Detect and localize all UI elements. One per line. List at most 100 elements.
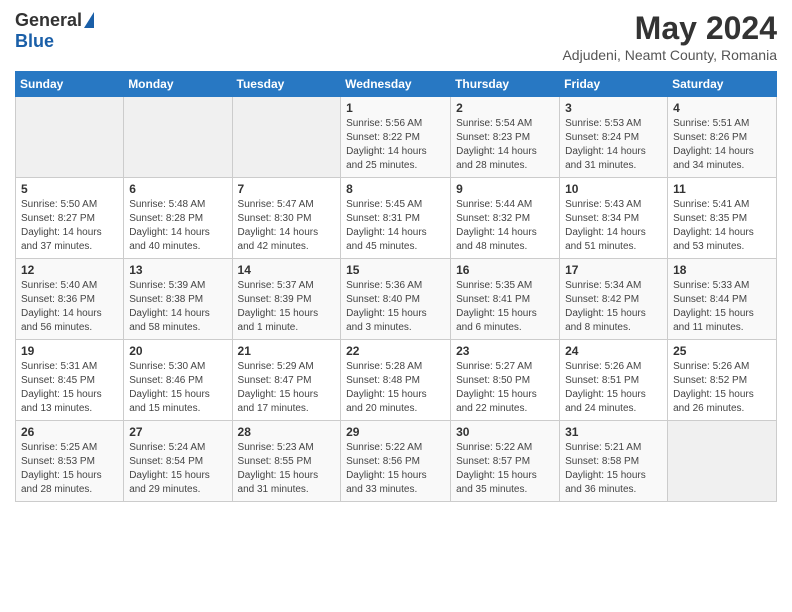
day-of-week-header: Sunday: [16, 72, 124, 97]
day-info: Sunrise: 5:53 AM Sunset: 8:24 PM Dayligh…: [565, 117, 662, 173]
day-number: 18: [673, 263, 771, 277]
day-info: Sunrise: 5:40 AM Sunset: 8:36 PM Dayligh…: [21, 279, 118, 335]
calendar-table: SundayMondayTuesdayWednesdayThursdayFrid…: [15, 71, 777, 502]
calendar-cell: [668, 421, 777, 502]
day-of-week-header: Monday: [124, 72, 232, 97]
day-info: Sunrise: 5:45 AM Sunset: 8:31 PM Dayligh…: [346, 198, 445, 254]
calendar-cell: [124, 97, 232, 178]
day-number: 23: [456, 344, 554, 358]
day-info: Sunrise: 5:26 AM Sunset: 8:51 PM Dayligh…: [565, 360, 662, 416]
calendar-cell: [232, 97, 341, 178]
day-number: 13: [129, 263, 226, 277]
day-number: 25: [673, 344, 771, 358]
calendar-cell: 29 Sunrise: 5:22 AM Sunset: 8:56 PM Dayli…: [341, 421, 451, 502]
day-info: Sunrise: 5:44 AM Sunset: 8:32 PM Dayligh…: [456, 198, 554, 254]
logo: General Blue: [15, 10, 94, 52]
day-info: Sunrise: 5:56 AM Sunset: 8:22 PM Dayligh…: [346, 117, 445, 173]
day-info: Sunrise: 5:33 AM Sunset: 8:44 PM Dayligh…: [673, 279, 771, 335]
day-info: Sunrise: 5:23 AM Sunset: 8:55 PM Dayligh…: [238, 441, 336, 497]
calendar-cell: 11Sunrise: 5:41 AM Sunset: 8:35 PM Dayli…: [668, 178, 777, 259]
calendar-cell: 19 Sunrise: 5:31 AM Sunset: 8:45 PM Dayli…: [16, 340, 124, 421]
title-area: May 2024 Adjudeni, Neamt County, Romania: [562, 10, 777, 63]
day-info: Sunrise: 5:22 AM Sunset: 8:57 PM Dayligh…: [456, 441, 554, 497]
month-year-title: May 2024: [562, 10, 777, 47]
day-number: 8: [346, 182, 445, 196]
day-number: 21: [238, 344, 336, 358]
calendar-cell: 5Sunrise: 5:50 AM Sunset: 8:27 PM Daylig…: [16, 178, 124, 259]
calendar-week-row: 1 Sunrise: 5:56 AM Sunset: 8:22 PM Daylig…: [16, 97, 777, 178]
logo-blue-text: Blue: [15, 31, 54, 52]
day-number: 11: [673, 182, 771, 196]
day-info: Sunrise: 5:43 AM Sunset: 8:34 PM Dayligh…: [565, 198, 662, 254]
calendar-cell: 15 Sunrise: 5:36 AM Sunset: 8:40 PM Dayli…: [341, 259, 451, 340]
day-info: Sunrise: 5:34 AM Sunset: 8:42 PM Dayligh…: [565, 279, 662, 335]
day-of-week-header: Wednesday: [341, 72, 451, 97]
calendar-cell: 7 Sunrise: 5:47 AM Sunset: 8:30 PM Daylig…: [232, 178, 341, 259]
day-number: 17: [565, 263, 662, 277]
calendar-cell: 30Sunrise: 5:22 AM Sunset: 8:57 PM Dayli…: [451, 421, 560, 502]
day-info: Sunrise: 5:25 AM Sunset: 8:53 PM Dayligh…: [21, 441, 118, 497]
day-info: Sunrise: 5:29 AM Sunset: 8:47 PM Dayligh…: [238, 360, 336, 416]
day-number: 26: [21, 425, 118, 439]
calendar-cell: 17 Sunrise: 5:34 AM Sunset: 8:42 PM Dayli…: [560, 259, 668, 340]
calendar-cell: 21 Sunrise: 5:29 AM Sunset: 8:47 PM Dayli…: [232, 340, 341, 421]
day-info: Sunrise: 5:54 AM Sunset: 8:23 PM Dayligh…: [456, 117, 554, 173]
day-info: Sunrise: 5:36 AM Sunset: 8:40 PM Dayligh…: [346, 279, 445, 335]
day-number: 29: [346, 425, 445, 439]
calendar-cell: 24 Sunrise: 5:26 AM Sunset: 8:51 PM Dayli…: [560, 340, 668, 421]
location-subtitle: Adjudeni, Neamt County, Romania: [562, 47, 777, 63]
day-of-week-header: Saturday: [668, 72, 777, 97]
day-info: Sunrise: 5:31 AM Sunset: 8:45 PM Dayligh…: [21, 360, 118, 416]
calendar-cell: 12Sunrise: 5:40 AM Sunset: 8:36 PM Dayli…: [16, 259, 124, 340]
day-number: 9: [456, 182, 554, 196]
day-info: Sunrise: 5:28 AM Sunset: 8:48 PM Dayligh…: [346, 360, 445, 416]
day-info: Sunrise: 5:21 AM Sunset: 8:58 PM Dayligh…: [565, 441, 662, 497]
day-info: Sunrise: 5:48 AM Sunset: 8:28 PM Dayligh…: [129, 198, 226, 254]
calendar-week-row: 12Sunrise: 5:40 AM Sunset: 8:36 PM Dayli…: [16, 259, 777, 340]
day-number: 2: [456, 101, 554, 115]
day-info: Sunrise: 5:26 AM Sunset: 8:52 PM Dayligh…: [673, 360, 771, 416]
day-info: Sunrise: 5:50 AM Sunset: 8:27 PM Dayligh…: [21, 198, 118, 254]
day-number: 19: [21, 344, 118, 358]
calendar-cell: 28 Sunrise: 5:23 AM Sunset: 8:55 PM Dayli…: [232, 421, 341, 502]
calendar-cell: 27Sunrise: 5:24 AM Sunset: 8:54 PM Dayli…: [124, 421, 232, 502]
day-of-week-header: Tuesday: [232, 72, 341, 97]
day-number: 20: [129, 344, 226, 358]
day-number: 28: [238, 425, 336, 439]
calendar-cell: 18 Sunrise: 5:33 AM Sunset: 8:44 PM Dayli…: [668, 259, 777, 340]
calendar-cell: 25 Sunrise: 5:26 AM Sunset: 8:52 PM Dayli…: [668, 340, 777, 421]
calendar-cell: 23Sunrise: 5:27 AM Sunset: 8:50 PM Dayli…: [451, 340, 560, 421]
day-info: Sunrise: 5:24 AM Sunset: 8:54 PM Dayligh…: [129, 441, 226, 497]
day-info: Sunrise: 5:47 AM Sunset: 8:30 PM Dayligh…: [238, 198, 336, 254]
day-info: Sunrise: 5:51 AM Sunset: 8:26 PM Dayligh…: [673, 117, 771, 173]
calendar-week-row: 5Sunrise: 5:50 AM Sunset: 8:27 PM Daylig…: [16, 178, 777, 259]
calendar-cell: 9 Sunrise: 5:44 AM Sunset: 8:32 PM Daylig…: [451, 178, 560, 259]
day-info: Sunrise: 5:30 AM Sunset: 8:46 PM Dayligh…: [129, 360, 226, 416]
day-of-week-header: Friday: [560, 72, 668, 97]
day-number: 1: [346, 101, 445, 115]
day-number: 6: [129, 182, 226, 196]
day-info: Sunrise: 5:35 AM Sunset: 8:41 PM Dayligh…: [456, 279, 554, 335]
day-number: 24: [565, 344, 662, 358]
calendar-cell: 14Sunrise: 5:37 AM Sunset: 8:39 PM Dayli…: [232, 259, 341, 340]
logo-general-text: General: [15, 10, 82, 31]
calendar-week-row: 19 Sunrise: 5:31 AM Sunset: 8:45 PM Dayli…: [16, 340, 777, 421]
day-number: 15: [346, 263, 445, 277]
day-number: 14: [238, 263, 336, 277]
calendar-cell: 8 Sunrise: 5:45 AM Sunset: 8:31 PM Daylig…: [341, 178, 451, 259]
day-of-week-header: Thursday: [451, 72, 560, 97]
calendar-week-row: 26 Sunrise: 5:25 AM Sunset: 8:53 PM Dayli…: [16, 421, 777, 502]
day-number: 7: [238, 182, 336, 196]
calendar-cell: 13 Sunrise: 5:39 AM Sunset: 8:38 PM Dayli…: [124, 259, 232, 340]
calendar-cell: 3 Sunrise: 5:53 AM Sunset: 8:24 PM Daylig…: [560, 97, 668, 178]
day-info: Sunrise: 5:39 AM Sunset: 8:38 PM Dayligh…: [129, 279, 226, 335]
calendar-cell: 10Sunrise: 5:43 AM Sunset: 8:34 PM Dayli…: [560, 178, 668, 259]
calendar-cell: 16 Sunrise: 5:35 AM Sunset: 8:41 PM Dayli…: [451, 259, 560, 340]
calendar-cell: 31Sunrise: 5:21 AM Sunset: 8:58 PM Dayli…: [560, 421, 668, 502]
day-number: 3: [565, 101, 662, 115]
calendar-cell: [16, 97, 124, 178]
calendar-cell: 20 Sunrise: 5:30 AM Sunset: 8:46 PM Dayli…: [124, 340, 232, 421]
calendar-cell: 1 Sunrise: 5:56 AM Sunset: 8:22 PM Daylig…: [341, 97, 451, 178]
day-number: 16: [456, 263, 554, 277]
day-info: Sunrise: 5:22 AM Sunset: 8:56 PM Dayligh…: [346, 441, 445, 497]
